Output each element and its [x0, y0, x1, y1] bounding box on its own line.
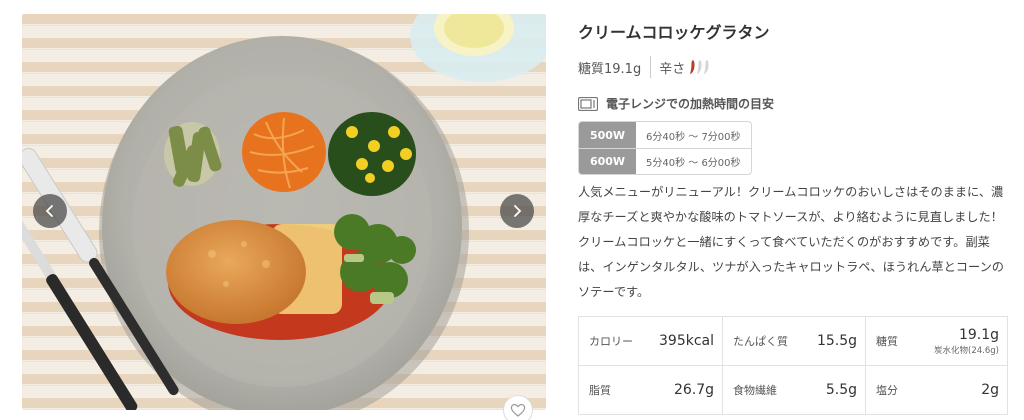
next-image-button[interactable]: [500, 194, 534, 228]
favorite-button[interactable]: [503, 395, 533, 420]
chili-pepper-icon: [690, 60, 695, 74]
microwave-icon: [578, 96, 598, 111]
nutrition-value: 5.5g: [825, 382, 857, 398]
spice-level-indicator: [689, 59, 710, 75]
meta-divider: [650, 56, 652, 78]
previous-image-button[interactable]: [33, 194, 67, 228]
nutrition-label: カロリー: [589, 335, 633, 348]
nutrition-cell-fiber: 食物繊維 5.5g: [722, 366, 865, 414]
nutrition-cell-protein: たんぱく質 15.5g: [722, 317, 865, 365]
heating-row: 500W 6分40秒 ～ 7分00秒: [579, 122, 751, 148]
chevron-right-icon: [514, 205, 522, 217]
nutrition-value: 19.1g: [958, 326, 999, 343]
nutrition-label: 脂質: [589, 384, 611, 397]
product-meta: 糖質19.1g 辛さ: [578, 56, 710, 78]
sugar-label: 糖質19.1g: [578, 61, 642, 77]
nutrition-value: 395kcal: [659, 333, 714, 349]
chili-pepper-icon: [704, 60, 709, 74]
nutrition-value: 15.5g: [816, 333, 857, 349]
heating-section-title: 電子レンジでの加熱時間の目安: [578, 95, 774, 112]
chili-pepper-icon: [697, 60, 702, 74]
nutrition-row: カロリー 395kcal たんぱく質 15.5g 糖質 19.1g 炭水化物(2…: [579, 317, 1007, 366]
nutrition-value-group: 19.1g 炭水化物(24.6g): [934, 327, 999, 356]
heating-time: 6分40秒 ～ 7分00秒: [646, 131, 741, 143]
heating-row: 600W 5分40秒 ～ 6分00秒: [579, 148, 751, 174]
nutrition-label: たんぱく質: [733, 335, 788, 348]
heating-title-text: 電子レンジでの加熱時間の目安: [606, 97, 775, 111]
nutrition-label: 食物繊維: [733, 384, 777, 397]
chevron-left-icon: [45, 205, 53, 217]
heating-time: 5分40秒 ～ 6分00秒: [646, 158, 741, 169]
nutrition-cell-salt: 塩分 2g: [865, 366, 1007, 414]
product-photo: [22, 14, 546, 410]
nutrition-value: 2g: [981, 382, 999, 398]
wattage-label: 500W: [579, 122, 636, 148]
nutrition-value: 26.7g: [673, 382, 714, 398]
nutrition-label: 塩分: [876, 384, 898, 397]
nutrition-table: カロリー 395kcal たんぱく質 15.5g 糖質 19.1g 炭水化物(2…: [578, 316, 1008, 415]
meal-photo-image: [22, 14, 546, 410]
heart-icon: [510, 403, 526, 417]
nutrition-row: 脂質 26.7g 食物繊維 5.5g 塩分 2g: [579, 366, 1007, 415]
wattage-label: 600W: [579, 149, 636, 174]
product-title: クリームコロッケグラタン: [578, 23, 770, 42]
nutrition-subvalue: 炭水化物(24.6g): [934, 345, 999, 356]
product-description: 人気メニューがリニューアル！クリームコロッケのおいしさはそのままに、濃厚なチーズ…: [578, 185, 1004, 299]
nutrition-cell-calories: カロリー 395kcal: [579, 317, 722, 365]
heating-time-table: 500W 6分40秒 ～ 7分00秒 600W 5分40秒 ～ 6分00秒: [578, 121, 752, 175]
nutrition-cell-fat: 脂質 26.7g: [579, 366, 722, 414]
nutrition-label: 糖質: [876, 335, 898, 348]
spice-label: 辛さ: [659, 61, 686, 77]
nutrition-cell-sugar: 糖質 19.1g 炭水化物(24.6g): [865, 317, 1007, 365]
